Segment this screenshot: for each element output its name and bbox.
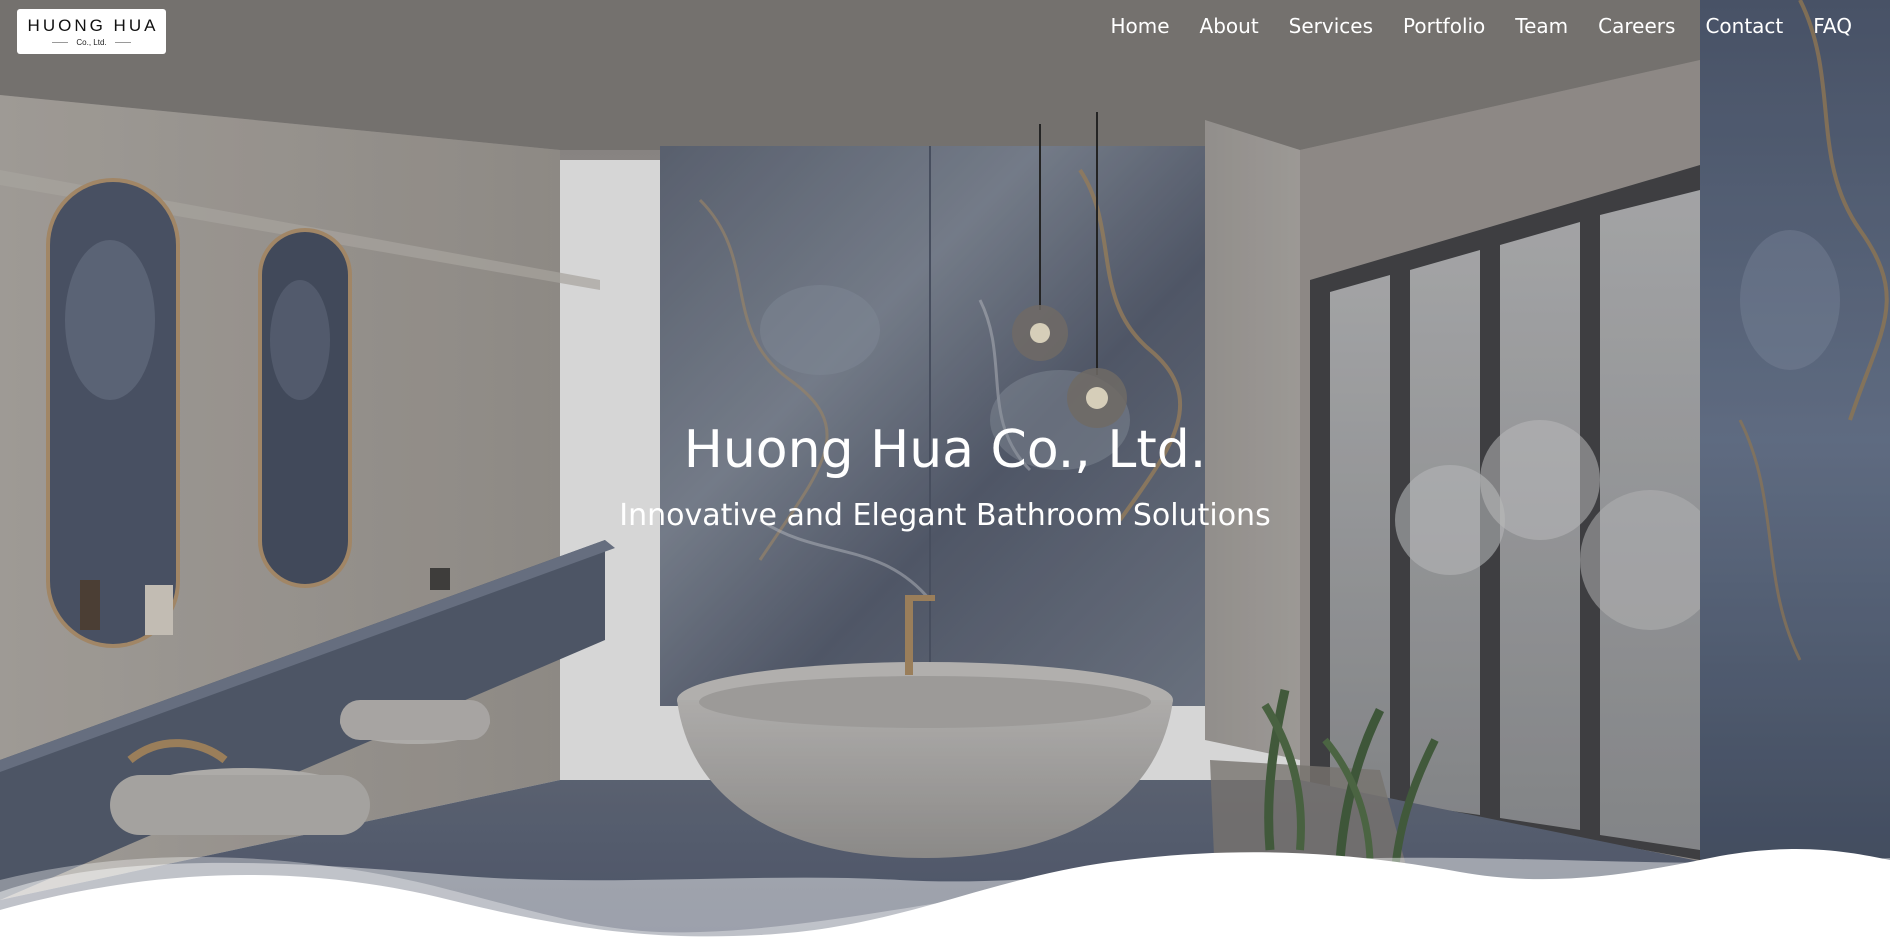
brand-logo[interactable]: HUONG HUA Co., Ltd.	[17, 9, 166, 54]
nav-item-faq[interactable]: FAQ	[1798, 12, 1852, 40]
logo-sub-row: Co., Ltd.	[52, 37, 131, 47]
hero-section: HUONG HUA Co., Ltd. Home About Services …	[0, 0, 1890, 952]
nav-item-team[interactable]: Team	[1500, 12, 1583, 40]
hero-title: Huong Hua Co., Ltd.	[683, 420, 1207, 480]
nav-item-services[interactable]: Services	[1274, 12, 1388, 40]
main-navigation: Home About Services Portfolio Team Caree…	[1095, 12, 1852, 40]
logo-subtitle: Co., Ltd.	[76, 37, 107, 47]
nav-item-contact[interactable]: Contact	[1690, 12, 1798, 40]
logo-divider-right	[114, 41, 131, 43]
hero-subtitle: Innovative and Elegant Bathroom Solution…	[619, 498, 1271, 533]
nav-item-about[interactable]: About	[1185, 12, 1274, 40]
nav-item-portfolio[interactable]: Portfolio	[1388, 12, 1500, 40]
logo-divider-left	[52, 41, 69, 43]
nav-item-home[interactable]: Home	[1095, 12, 1184, 40]
logo-name: HUONG HUA	[27, 15, 159, 35]
nav-item-careers[interactable]: Careers	[1583, 12, 1690, 40]
hero-text-block: Huong Hua Co., Ltd. Innovative and Elega…	[0, 418, 1890, 536]
